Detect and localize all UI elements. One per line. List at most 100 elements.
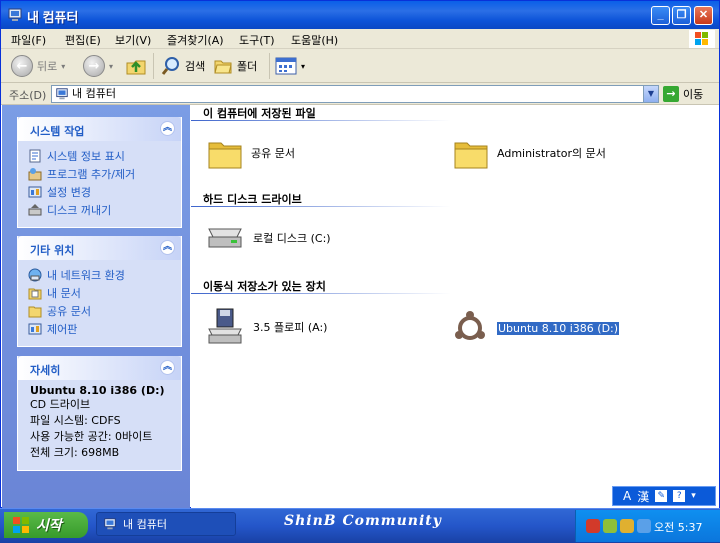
start-label: 시작 (36, 518, 62, 534)
system-tasks-header[interactable]: 시스템 작업 ︽ (18, 117, 181, 141)
up-folder-button[interactable] (125, 54, 147, 78)
eject-drive-icon (28, 204, 42, 216)
drive-item-local-c[interactable]: 로컬 디스크 (C:) (205, 223, 331, 253)
task-label: 설정 변경 (47, 186, 91, 199)
place-label: 내 네트워크 환경 (47, 269, 125, 282)
menu-view[interactable]: 보기(V) (115, 32, 151, 48)
collapse-icon[interactable]: ︽ (160, 121, 175, 136)
item-label-selected: Ubuntu 8.10 i386 (D:) (495, 320, 621, 336)
chevron-down-icon[interactable]: ▾ (691, 491, 696, 501)
title-bar[interactable]: 내 컴퓨터 _ ❐ ✕ (1, 1, 719, 29)
folder-item-shared-documents[interactable]: 공유 문서 (207, 135, 295, 171)
drive-item-ubuntu-d[interactable]: Ubuntu 8.10 i386 (D:) (451, 309, 621, 347)
folder-item-admin-documents[interactable]: Administrator의 문서 (453, 135, 606, 171)
menu-help[interactable]: 도움말(H) (291, 32, 338, 48)
place-shared-documents[interactable]: 공유 문서 (28, 302, 175, 320)
task-label: 시스템 정보 표시 (47, 150, 125, 163)
folder-icon (454, 142, 488, 169)
item-label: 3.5 플로피 (A:) (253, 321, 328, 334)
task-change-setting[interactable]: 설정 변경 (28, 183, 175, 201)
details-type: CD 드라이브 (30, 398, 91, 411)
other-places-title: 기타 위치 (30, 244, 75, 257)
system-info-icon (29, 149, 41, 163)
group-divider (191, 120, 451, 121)
taskbar-item-my-computer[interactable]: 내 컴퓨터 (96, 512, 236, 536)
other-places-header[interactable]: 기타 위치 ︽ (18, 236, 181, 260)
security-shield-icon[interactable] (586, 519, 600, 533)
address-dropdown-button[interactable]: ▼ (643, 86, 658, 102)
task-add-remove-programs[interactable]: 프로그램 추가/제거 (28, 165, 175, 183)
group-header-stored-files: 이 컴퓨터에 저장된 파일 (203, 107, 316, 120)
back-label: 뒤로 (37, 60, 58, 73)
tray-app-icon[interactable] (603, 519, 617, 533)
folders-label: 폴더 (237, 60, 258, 73)
standard-toolbar: ← 뒤로 ▾ → ▾ 검색 폴더 ▾ (1, 49, 719, 83)
go-button[interactable]: → 이동 (663, 86, 703, 102)
chevron-down-icon: ▾ (301, 61, 306, 71)
place-label: 공유 문서 (47, 305, 91, 318)
up-folder-icon (126, 60, 146, 75)
search-icon (161, 57, 179, 75)
taskbar: 시작 내 컴퓨터 ShinB Community 오전 5:37 (0, 508, 720, 543)
restore-button[interactable]: ❐ (672, 6, 691, 25)
menu-edit[interactable]: 편집(E) (65, 32, 101, 48)
input-mode-indicator[interactable]: A (623, 489, 631, 503)
go-arrow-icon: → (663, 86, 679, 102)
menu-bar: 파일(F) 편집(E) 보기(V) 즐겨찾기(A) 도구(T) 도움말(H) (1, 29, 719, 49)
menu-tools[interactable]: 도구(T) (239, 32, 275, 48)
ime-icon[interactable]: ✎ (655, 490, 668, 502)
drive-item-floppy-a[interactable]: 3.5 플로피 (A:) (205, 307, 327, 347)
tray-app-icon[interactable] (620, 519, 634, 533)
address-label: 주소(D) (9, 89, 47, 102)
volume-icon[interactable] (637, 519, 651, 533)
address-input[interactable]: 내 컴퓨터 ▼ (51, 85, 659, 103)
collapse-icon[interactable]: ︽ (160, 360, 175, 375)
network-icon (28, 268, 42, 282)
hanja-button[interactable]: 漢 (637, 488, 649, 505)
group-header-hard-drives: 하드 디스크 드라이브 (203, 193, 302, 206)
my-documents-icon (28, 288, 42, 300)
control-panel-icon (28, 323, 42, 335)
back-arrow-icon: ← (11, 55, 33, 77)
folders-button[interactable]: 폴더 (213, 54, 257, 78)
collapse-icon[interactable]: ︽ (160, 240, 175, 255)
group-divider (191, 206, 451, 207)
minimize-button[interactable]: _ (651, 6, 670, 25)
start-button[interactable]: 시작 (4, 512, 88, 538)
taskbar-item-label: 내 컴퓨터 (123, 518, 167, 531)
menu-favorites[interactable]: 즐겨찾기(A) (167, 32, 224, 48)
window-title: 내 컴퓨터 (27, 10, 79, 25)
add-remove-programs-icon (28, 168, 42, 181)
other-places-panel: 기타 위치 ︽ 내 네트워크 환경 내 문서 공유 문서 제어판 (17, 236, 182, 347)
forward-button[interactable]: → ▾ (83, 54, 113, 78)
my-computer-icon (56, 88, 68, 100)
task-eject-disk[interactable]: 디스크 꺼내기 (28, 201, 175, 219)
system-tray: 오전 5:37 (575, 510, 720, 542)
task-label: 디스크 꺼내기 (47, 204, 112, 217)
clock[interactable]: 오전 5:37 (654, 519, 702, 535)
close-button[interactable]: ✕ (694, 6, 713, 25)
go-label: 이동 (683, 88, 704, 101)
system-tasks-title: 시스템 작업 (30, 125, 85, 138)
place-control-panel[interactable]: 제어판 (28, 320, 175, 338)
details-name: Ubuntu 8.10 i386 (D:) (30, 384, 165, 397)
windows-flag-icon (689, 30, 715, 48)
watermark-text: ShinB Community (284, 513, 442, 529)
search-button[interactable]: 검색 (161, 54, 205, 78)
windows-logo-icon (13, 517, 29, 533)
menu-file[interactable]: 파일(F) (11, 32, 46, 48)
item-label: 공유 문서 (251, 147, 295, 160)
task-show-system-info[interactable]: 시스템 정보 표시 (28, 147, 175, 165)
toolbar-divider (269, 53, 270, 79)
views-button[interactable]: ▾ (275, 54, 305, 78)
details-header[interactable]: 자세히 ︽ (18, 356, 181, 380)
search-label: 검색 (185, 60, 206, 73)
back-button[interactable]: ← 뒤로 ▾ (11, 54, 65, 78)
place-my-documents[interactable]: 내 문서 (28, 284, 175, 302)
shared-folder-icon (28, 306, 42, 318)
place-my-network[interactable]: 내 네트워크 환경 (28, 266, 175, 284)
file-view: 이 컴퓨터에 저장된 파일 공유 문서 Administrator의 문서 하드… (191, 105, 719, 508)
help-icon[interactable]: ? (673, 490, 686, 502)
language-bar[interactable]: A 漢 ✎ ? ▾ (612, 486, 716, 506)
group-divider (191, 293, 451, 294)
